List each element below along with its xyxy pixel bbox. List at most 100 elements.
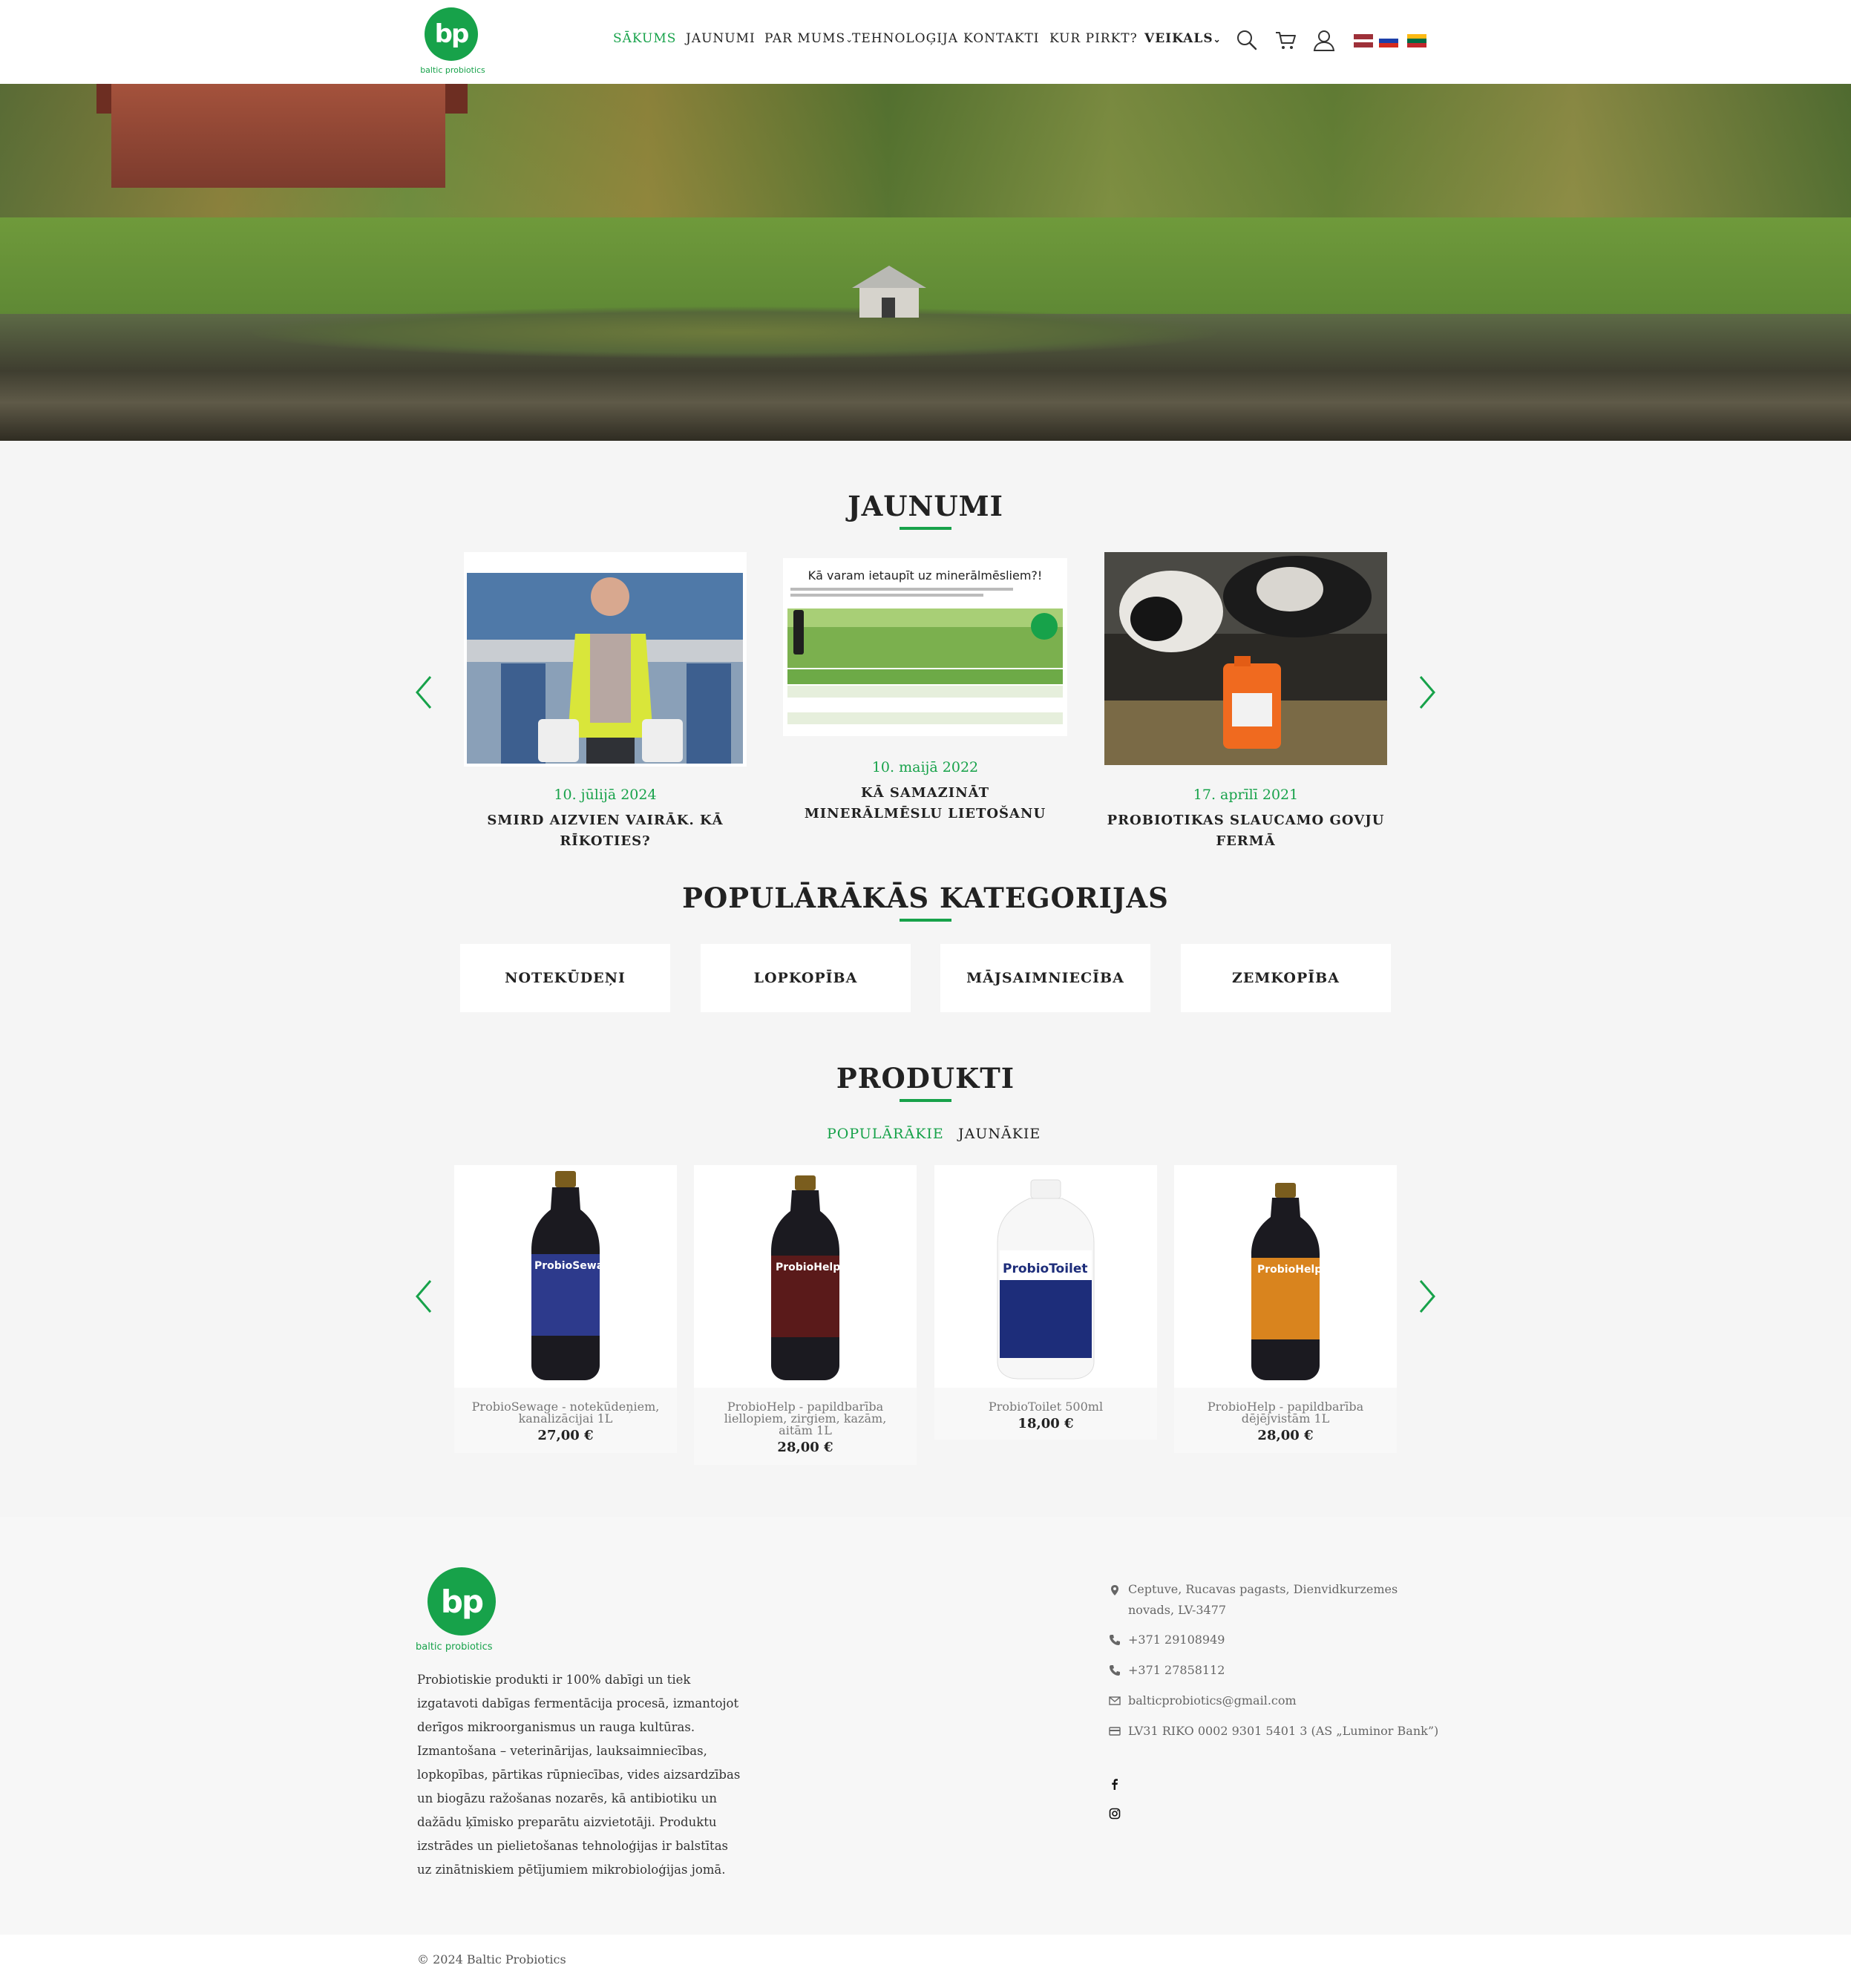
product-card[interactable]: ProbioToilet ProbioToilet 500ml 18,00 € (934, 1165, 1157, 1440)
product-price: 28,00 € (1257, 1428, 1314, 1443)
products-prev-arrow-icon[interactable] (413, 1278, 435, 1315)
hero-duck-house (852, 266, 926, 318)
logo-letters: bp (434, 19, 470, 49)
credit-card-icon (1109, 1727, 1121, 1736)
news-date: 10. jūlijā 2024 (554, 787, 657, 803)
nav-item-par-mums[interactable]: PAR MUMS⌄ (764, 31, 854, 49)
nav-item-kur-pirkt[interactable]: KUR PIRKT? (1049, 31, 1138, 49)
product-price: 18,00 € (1018, 1416, 1074, 1431)
news-photo-cows (1104, 552, 1387, 765)
footer-address: Ceptuve, Rucavas pagasts, Dienvidkurzeme… (1128, 1582, 1398, 1617)
product-name[interactable]: ProbioSewage - notekūdeņiem, kanalizācij… (454, 1388, 677, 1425)
product-price: 28,00 € (777, 1440, 833, 1455)
product-card[interactable]: ProbioHelp ProbioHelp - papildbarība dēj… (1174, 1165, 1397, 1453)
product-name[interactable]: ProbioToilet 500ml (934, 1388, 1157, 1413)
bottle-white-icon: ProbioToilet (997, 1179, 1095, 1380)
bottle-dark-icon: ProbioHelp (771, 1175, 840, 1380)
news-item-image[interactable] (464, 552, 747, 767)
nav-item-kontakti[interactable]: KONTAKTI (963, 31, 1040, 49)
categories-section-title: POPULĀRĀKĀS KATEGORIJAS (682, 882, 1169, 914)
site-logo[interactable]: bp baltic probiotics (416, 7, 490, 76)
nav-item-veikals[interactable]: VEIKALS⌄ (1144, 31, 1222, 49)
category-lopkopiba[interactable]: LOPKOPĪBA (701, 944, 911, 1012)
footer-bank: LV31 RIKO 0002 9301 5401 3 (AS „Luminor … (1128, 1724, 1439, 1738)
bottle-label-text: ProbioToilet (1003, 1262, 1088, 1276)
site-footer (0, 1517, 1851, 1935)
product-info: ProbioHelp - papildbarība liellopiem, zi… (694, 1388, 917, 1465)
news-item-image[interactable] (1104, 552, 1387, 765)
products-title-underline (900, 1099, 951, 1102)
product-image: ProbioSewage (454, 1165, 677, 1388)
nav-item-jaunumi[interactable]: JAUNUMI (686, 31, 756, 49)
nav-item-tehnologija[interactable]: TEHNOLOĢIJA (852, 31, 958, 49)
tab-jaunakie[interactable]: JAUNĀKIE (958, 1126, 1041, 1142)
footer-logo-letters: bp (440, 1583, 484, 1620)
nav-item-sakums[interactable]: SĀKUMS (613, 31, 676, 49)
logo-text: baltic probiotics (420, 65, 485, 75)
footer-description: Probiotiskie produkti ir 100% dabīgi un … (417, 1673, 741, 1877)
news-next-arrow-icon[interactable] (1416, 674, 1438, 711)
tab-popularakie[interactable]: POPULĀRĀKIE (827, 1126, 944, 1142)
phone-icon (1110, 1635, 1120, 1645)
footer-phone-1[interactable]: +371 29108949 (1128, 1630, 1225, 1650)
hero-barn (111, 84, 445, 188)
footer-logo[interactable]: bp baltic probiotics (416, 1567, 497, 1656)
product-image: ProbioHelp (1174, 1165, 1397, 1388)
products-section-title: PRODUKTI (836, 1062, 1015, 1095)
site-header: bp baltic probiotics SĀKUMS JAUNUMI PAR … (0, 0, 1851, 84)
product-image: ProbioToilet (934, 1165, 1157, 1388)
product-card[interactable]: ProbioSewage ProbioSewage - notekūdeņiem… (454, 1165, 677, 1453)
news-item-image[interactable]: Kā varam ietaupīt uz minerālmēsliem?! (783, 558, 1067, 736)
nav-item-veikals-label: VEIKALS (1144, 31, 1213, 46)
product-name[interactable]: ProbioHelp - papildbarība liellopiem, zi… (694, 1388, 917, 1437)
flag-lv-icon[interactable] (1354, 34, 1373, 47)
news-photo-man (467, 573, 743, 764)
user-icon[interactable] (1312, 28, 1336, 52)
facebook-icon[interactable] (1109, 1778, 1121, 1790)
products-next-arrow-icon[interactable] (1416, 1278, 1438, 1315)
footer-logo-text: baltic probiotics (416, 1641, 493, 1653)
news-title-underline (900, 527, 951, 530)
chevron-down-icon: ⌄ (1213, 34, 1222, 45)
flag-ru-icon[interactable] (1379, 34, 1398, 47)
product-info: ProbioSewage - notekūdeņiem, kanalizācij… (454, 1388, 677, 1453)
footer-phone-2[interactable]: +371 27858112 (1128, 1660, 1225, 1681)
news-infographic (787, 588, 1063, 724)
bottle-label-text: ProbioHelp (776, 1262, 840, 1273)
news-title[interactable]: PROBIOTIKAS SLAUCAMO GOVJU FERMĀ (1090, 810, 1402, 852)
categories-title-underline (900, 919, 951, 922)
news-section-title: JAUNUMI (848, 490, 1003, 522)
hero-island (252, 306, 1217, 358)
bottle-dark-icon: ProbioSewage (531, 1171, 618, 1380)
copyright-text: © 2024 Baltic Probiotics (417, 1952, 566, 1966)
phone-icon (1110, 1665, 1120, 1676)
category-zemkopiba[interactable]: ZEMKOPĪBA (1181, 944, 1391, 1012)
footer-bottom-bar (0, 1935, 1851, 1988)
envelope-icon (1109, 1696, 1121, 1705)
nav-item-par-mums-label: PAR MUMS (764, 31, 846, 46)
bottle-dark-icon: ProbioHelp (1251, 1183, 1322, 1380)
footer-logo-mark: bp (427, 1567, 496, 1636)
category-majsaimnieciba[interactable]: MĀJSAIMNIECĪBA (940, 944, 1150, 1012)
footer-email[interactable]: balticprobiotics@gmail.com (1128, 1690, 1297, 1711)
location-pin-icon (1111, 1585, 1118, 1595)
flag-lt-icon[interactable] (1407, 34, 1426, 47)
logo-mark: bp (425, 7, 478, 61)
product-price: 27,00 € (537, 1428, 594, 1443)
bottle-label-text: ProbioSewage (534, 1260, 618, 1272)
hero-banner-image (0, 84, 1851, 441)
news-date: 17. aprīlī 2021 (1193, 787, 1299, 803)
bottle-label-text: ProbioHelp (1257, 1264, 1322, 1276)
news-date: 10. maijā 2022 (871, 759, 979, 775)
news-title[interactable]: KĀ SAMAZINĀT MINERĀLMĒSLU LIETOŠANU (790, 783, 1060, 824)
product-image: ProbioHelp (694, 1165, 917, 1388)
cart-icon[interactable] (1274, 28, 1297, 52)
category-notekudeni[interactable]: NOTEKŪDEŅI (460, 944, 670, 1012)
news-title[interactable]: SMIRD AIZVIEN VAIRĀK. KĀ RĪKOTIES? (456, 810, 754, 852)
news-prev-arrow-icon[interactable] (413, 674, 435, 711)
product-name[interactable]: ProbioHelp - papildbarība dējējvistām 1L (1174, 1388, 1397, 1425)
product-card[interactable]: ProbioHelp ProbioHelp - papildbarība lie… (694, 1165, 917, 1465)
product-info: ProbioToilet 500ml 18,00 € (934, 1388, 1157, 1440)
instagram-icon[interactable] (1109, 1808, 1121, 1820)
search-icon[interactable] (1235, 28, 1259, 52)
